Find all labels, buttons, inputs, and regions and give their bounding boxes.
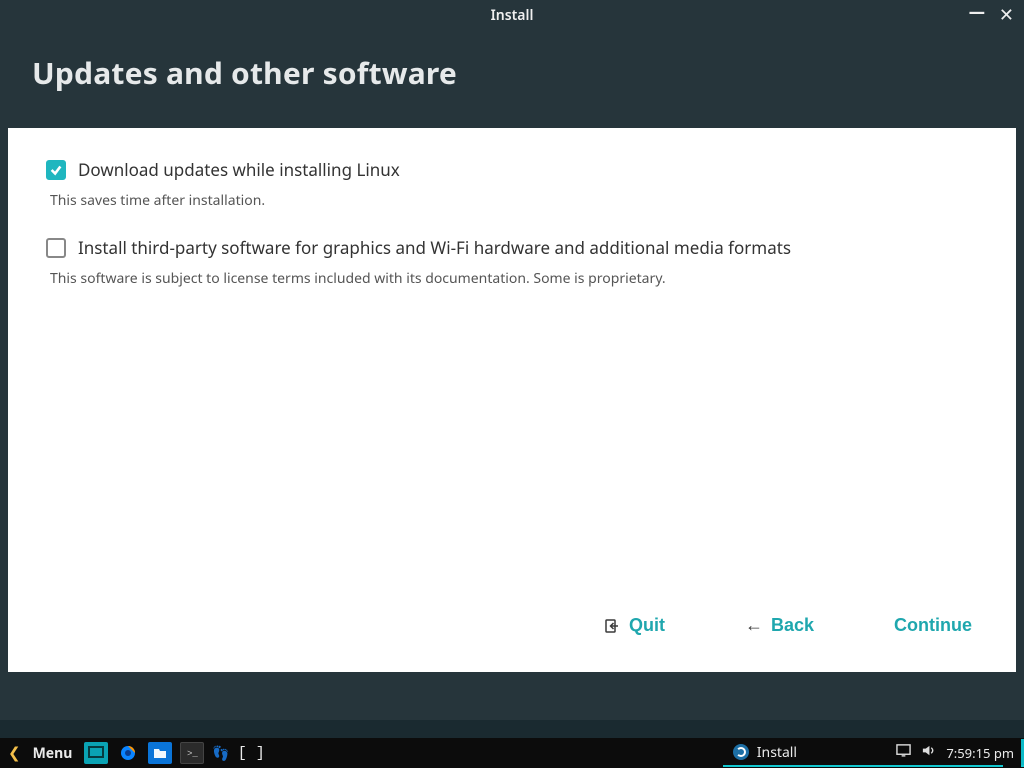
arrow-left-icon: ← (745, 615, 763, 636)
menu-label: Menu (33, 744, 73, 763)
continue-button[interactable]: Continue (894, 615, 972, 636)
distro-logo-icon[interactable]: ❮ (8, 743, 21, 763)
download-updates-checkbox[interactable] (46, 160, 66, 180)
minimize-button[interactable]: — (969, 3, 985, 19)
show-desktop-icon[interactable] (84, 742, 108, 764)
continue-label: Continue (894, 615, 972, 636)
taskbar-item-label: Install (757, 743, 797, 762)
firefox-icon[interactable] (116, 742, 140, 764)
taskbar-center: Install (265, 738, 897, 768)
titlebar[interactable]: Install — ✕ (0, 0, 1024, 30)
content-panel: Download updates while installing Linux … (8, 128, 1016, 672)
nav-footer: Quit ← Back Continue (46, 605, 978, 652)
taskbar: ❮ Menu >_ 👣 [ ] Install (0, 738, 1024, 768)
download-updates-label: Download updates while installing Linux (78, 158, 400, 181)
terminal-icon[interactable]: >_ (180, 742, 204, 764)
installer-window: Install — ✕ Updates and other software D… (0, 0, 1024, 720)
third-party-checkbox[interactable] (46, 238, 66, 258)
check-icon (49, 163, 63, 177)
back-label: Back (771, 615, 814, 636)
menu-button[interactable]: Menu (29, 744, 77, 763)
launcher-footprint-icon[interactable]: 👣 (212, 744, 229, 763)
option-third-party: Install third-party software for graphic… (46, 236, 978, 288)
installer-task-icon (733, 744, 749, 760)
download-updates-desc: This saves time after installation. (50, 191, 978, 210)
page-title: Updates and other software (32, 52, 992, 93)
exit-icon (603, 617, 621, 635)
quit-label: Quit (629, 615, 665, 636)
third-party-desc: This software is subject to license term… (50, 269, 978, 288)
option-download-updates: Download updates while installing Linux … (46, 158, 978, 210)
workspace-indicator[interactable]: [ ] (238, 745, 265, 762)
quit-button[interactable]: Quit (603, 615, 665, 636)
window-controls: — ✕ (969, 0, 1014, 30)
back-button[interactable]: ← Back (745, 615, 814, 636)
close-button[interactable]: ✕ (999, 6, 1014, 24)
file-manager-icon[interactable] (148, 742, 172, 764)
page-header: Updates and other software (0, 30, 1024, 121)
taskbar-left: ❮ Menu >_ 👣 [ ] (0, 742, 265, 764)
third-party-label: Install third-party software for graphic… (78, 236, 791, 259)
taskbar-item-install[interactable]: Install (723, 739, 1003, 767)
window-title: Install (491, 6, 534, 25)
svg-text:>_: >_ (187, 749, 198, 759)
